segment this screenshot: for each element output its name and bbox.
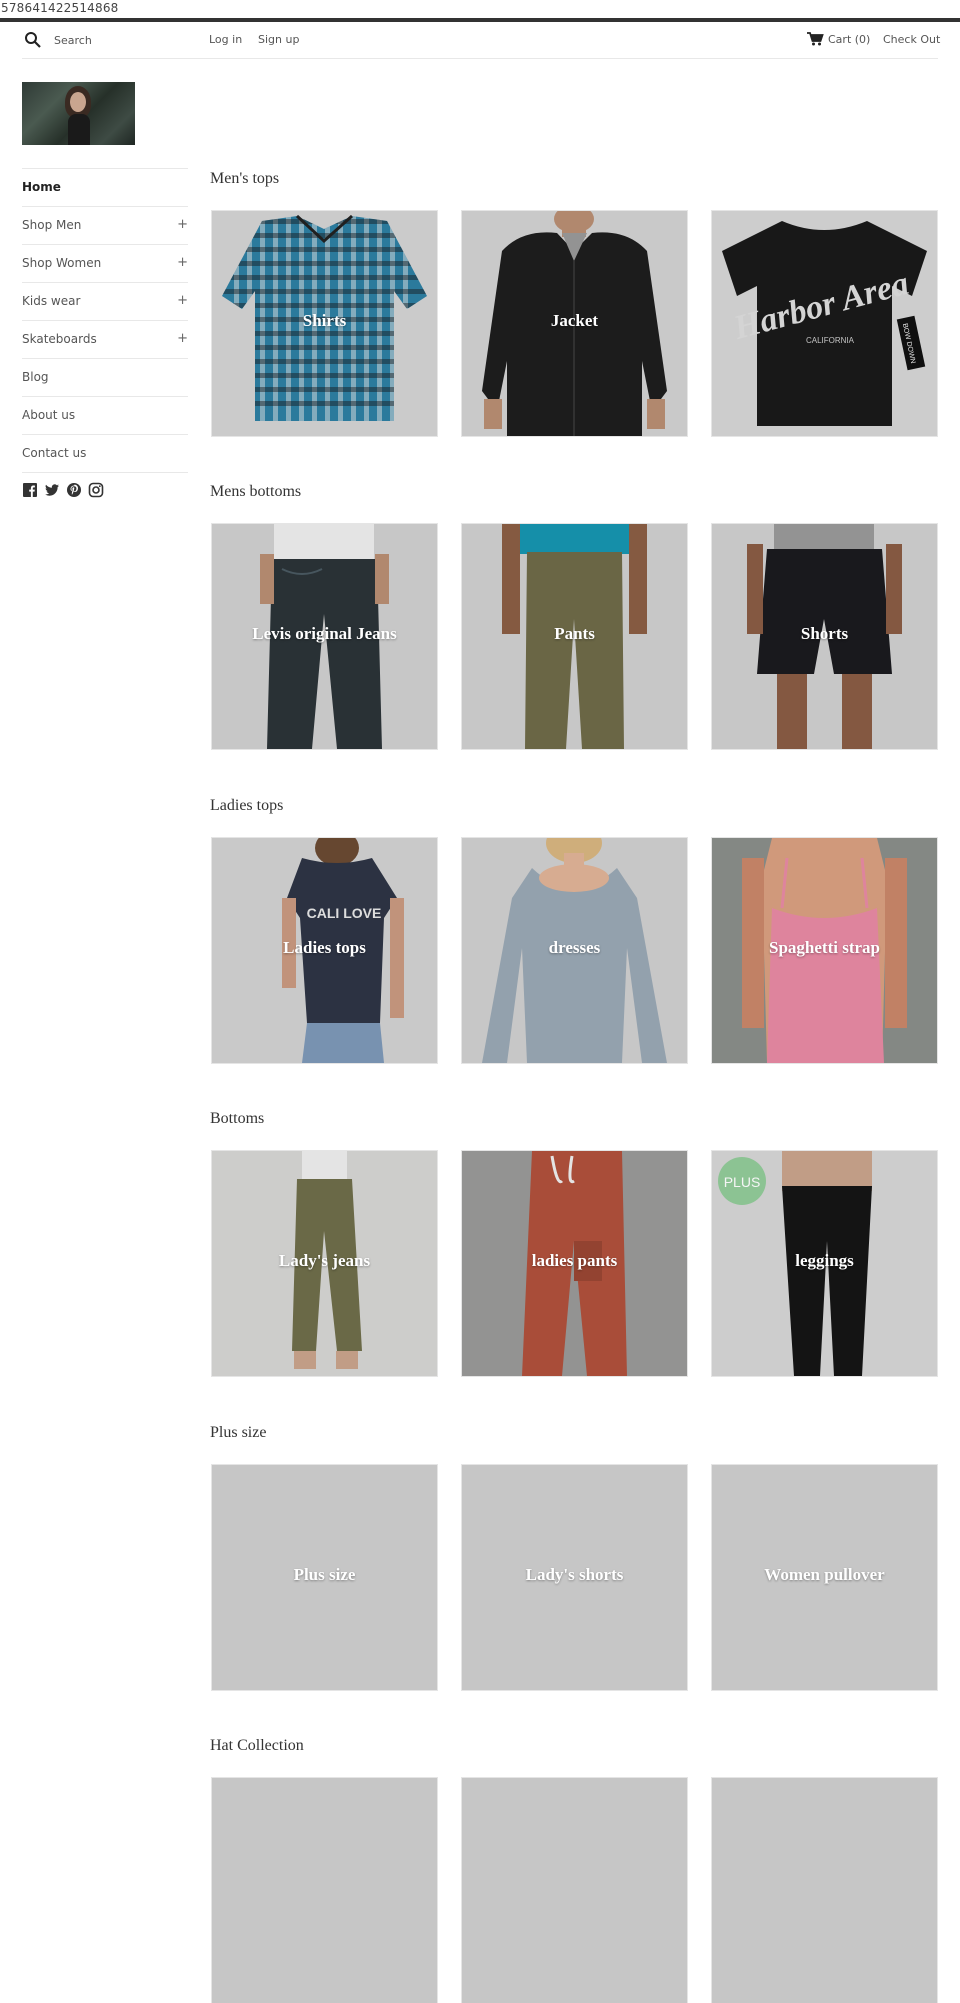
collection-tile-jacket[interactable]: Jacket	[462, 211, 687, 436]
expand-plus-icon[interactable]: +	[177, 217, 188, 232]
sidebar-menu: Home Shop Men + Shop Women + Kids wear + Skateb…	[22, 168, 188, 473]
sidebar-item-label: Contact us	[22, 446, 87, 460]
sidebar-item-about-us[interactable]: About us	[22, 396, 188, 434]
expand-plus-icon[interactable]: +	[177, 255, 188, 270]
sidebar-item-label: Shop Men	[22, 218, 82, 232]
signup-link[interactable]: Sign up	[258, 33, 299, 46]
collection-tile-women-pullover[interactable]: Women pullover	[712, 1465, 937, 1690]
sidebar-item-skateboards[interactable]: Skateboards +	[22, 320, 188, 358]
collection-tile-plus-size[interactable]: Plus size	[212, 1465, 437, 1690]
social-links	[22, 482, 104, 498]
instagram-icon[interactable]	[88, 482, 104, 498]
collection-tile-label: Plus size	[293, 1565, 356, 1584]
search-input[interactable]	[54, 29, 204, 51]
sidebar-item-label: Skateboards	[22, 332, 97, 346]
section-title: Hat Collection	[210, 1737, 304, 1754]
tile-overlay	[712, 211, 937, 436]
sidebar-item-shop-women[interactable]: Shop Women +	[22, 244, 188, 282]
tile-overlay	[712, 1778, 937, 2003]
collection-tile-label: Pants	[554, 624, 595, 643]
section-title: Plus size	[210, 1424, 267, 1441]
section-title: Bottoms	[210, 1110, 265, 1127]
sidebar-item-label: Shop Women	[22, 256, 102, 270]
collection-tile-pants[interactable]: Pants	[462, 524, 687, 749]
sidebar-item-kids-wear[interactable]: Kids wear +	[22, 282, 188, 320]
tile-overlay	[462, 1778, 687, 2003]
collection-tile-lady-s-shorts[interactable]: Lady's shorts	[462, 1465, 687, 1690]
sidebar-item-label: Blog	[22, 370, 49, 384]
collection-tile-hat-collection-3[interactable]	[712, 1778, 937, 2003]
sidebar-item-home[interactable]: Home	[22, 168, 188, 206]
collection-tile-hat-collection-1[interactable]	[212, 1778, 437, 2003]
collection-tile-label: Ladies tops	[283, 938, 366, 957]
collection-tile-label: ladies pants	[531, 1251, 618, 1270]
sidebar-item-contact-us[interactable]: Contact us	[22, 434, 188, 473]
expand-plus-icon[interactable]: +	[177, 293, 188, 308]
sidebar-item-label: About us	[22, 408, 76, 422]
page-id-text: 578641422514868	[1, 1, 119, 15]
login-link[interactable]: Log in	[209, 33, 242, 46]
top-navigation: Log in Sign up Cart (0) Check Out	[22, 22, 940, 59]
collection-tile-label: Women pullover	[764, 1565, 885, 1584]
sidebar-item-label: Kids wear	[22, 294, 81, 308]
collection-tile-men-s-tops-3[interactable]: Harbor Area CALIFORNIA BOW DOWN	[712, 211, 937, 436]
collection-tile-label: Jacket	[550, 311, 599, 330]
cart-link[interactable]: Cart (0)	[828, 33, 870, 46]
collection-tile-leggings[interactable]: PLUS leggings	[712, 1151, 937, 1376]
collection-tile-shorts[interactable]: Shorts	[712, 524, 937, 749]
collection-tile-hat-collection-2[interactable]	[462, 1778, 687, 2003]
store-logo[interactable]	[22, 82, 135, 145]
collection-tile-label: Shirts	[302, 311, 347, 330]
collection-tile-label: dresses	[548, 938, 601, 957]
twitter-icon[interactable]	[44, 482, 60, 498]
collection-tile-lady-s-jeans[interactable]: Lady's jeans	[212, 1151, 437, 1376]
section-title: Mens bottoms	[210, 483, 302, 500]
logo-body	[68, 114, 90, 145]
section-title: Ladies tops	[210, 797, 284, 814]
tile-overlay	[212, 1778, 437, 2003]
collection-tile-label: Levis original Jeans	[252, 624, 397, 643]
page-id-bar: 578641422514868	[0, 0, 960, 22]
collection-tile-dresses[interactable]: dresses	[462, 838, 687, 1063]
sidebar-item-shop-men[interactable]: Shop Men +	[22, 206, 188, 244]
collection-tile-label: Lady's shorts	[525, 1565, 624, 1584]
facebook-icon[interactable]	[22, 482, 38, 498]
section-title: Men's tops	[210, 170, 280, 187]
checkout-link[interactable]: Check Out	[883, 33, 940, 46]
sidebar-item-label: Home	[22, 180, 61, 194]
collection-tile-label: Lady's jeans	[278, 1251, 371, 1270]
collection-tile-ladies-tops[interactable]: CALI LOVE Ladies tops	[212, 838, 437, 1063]
collection-tile-label: leggings	[795, 1251, 854, 1270]
cart-icon[interactable]	[806, 31, 824, 47]
search-icon[interactable]	[24, 31, 42, 49]
collection-tile-ladies-pants[interactable]: ladies pants	[462, 1151, 687, 1376]
collection-tile-levis-original-jeans[interactable]: Levis original Jeans	[212, 524, 437, 749]
collection-tile-label: Shorts	[800, 624, 849, 643]
expand-plus-icon[interactable]: +	[177, 331, 188, 346]
collection-tile-label: Spaghetti strap	[769, 938, 880, 957]
sidebar-item-blog[interactable]: Blog	[22, 358, 188, 396]
collection-tile-spaghetti-strap[interactable]: Spaghetti strap	[712, 838, 937, 1063]
pinterest-icon[interactable]	[66, 482, 82, 498]
logo-face	[70, 92, 86, 112]
collection-tile-shirts[interactable]: Shirts	[212, 211, 437, 436]
